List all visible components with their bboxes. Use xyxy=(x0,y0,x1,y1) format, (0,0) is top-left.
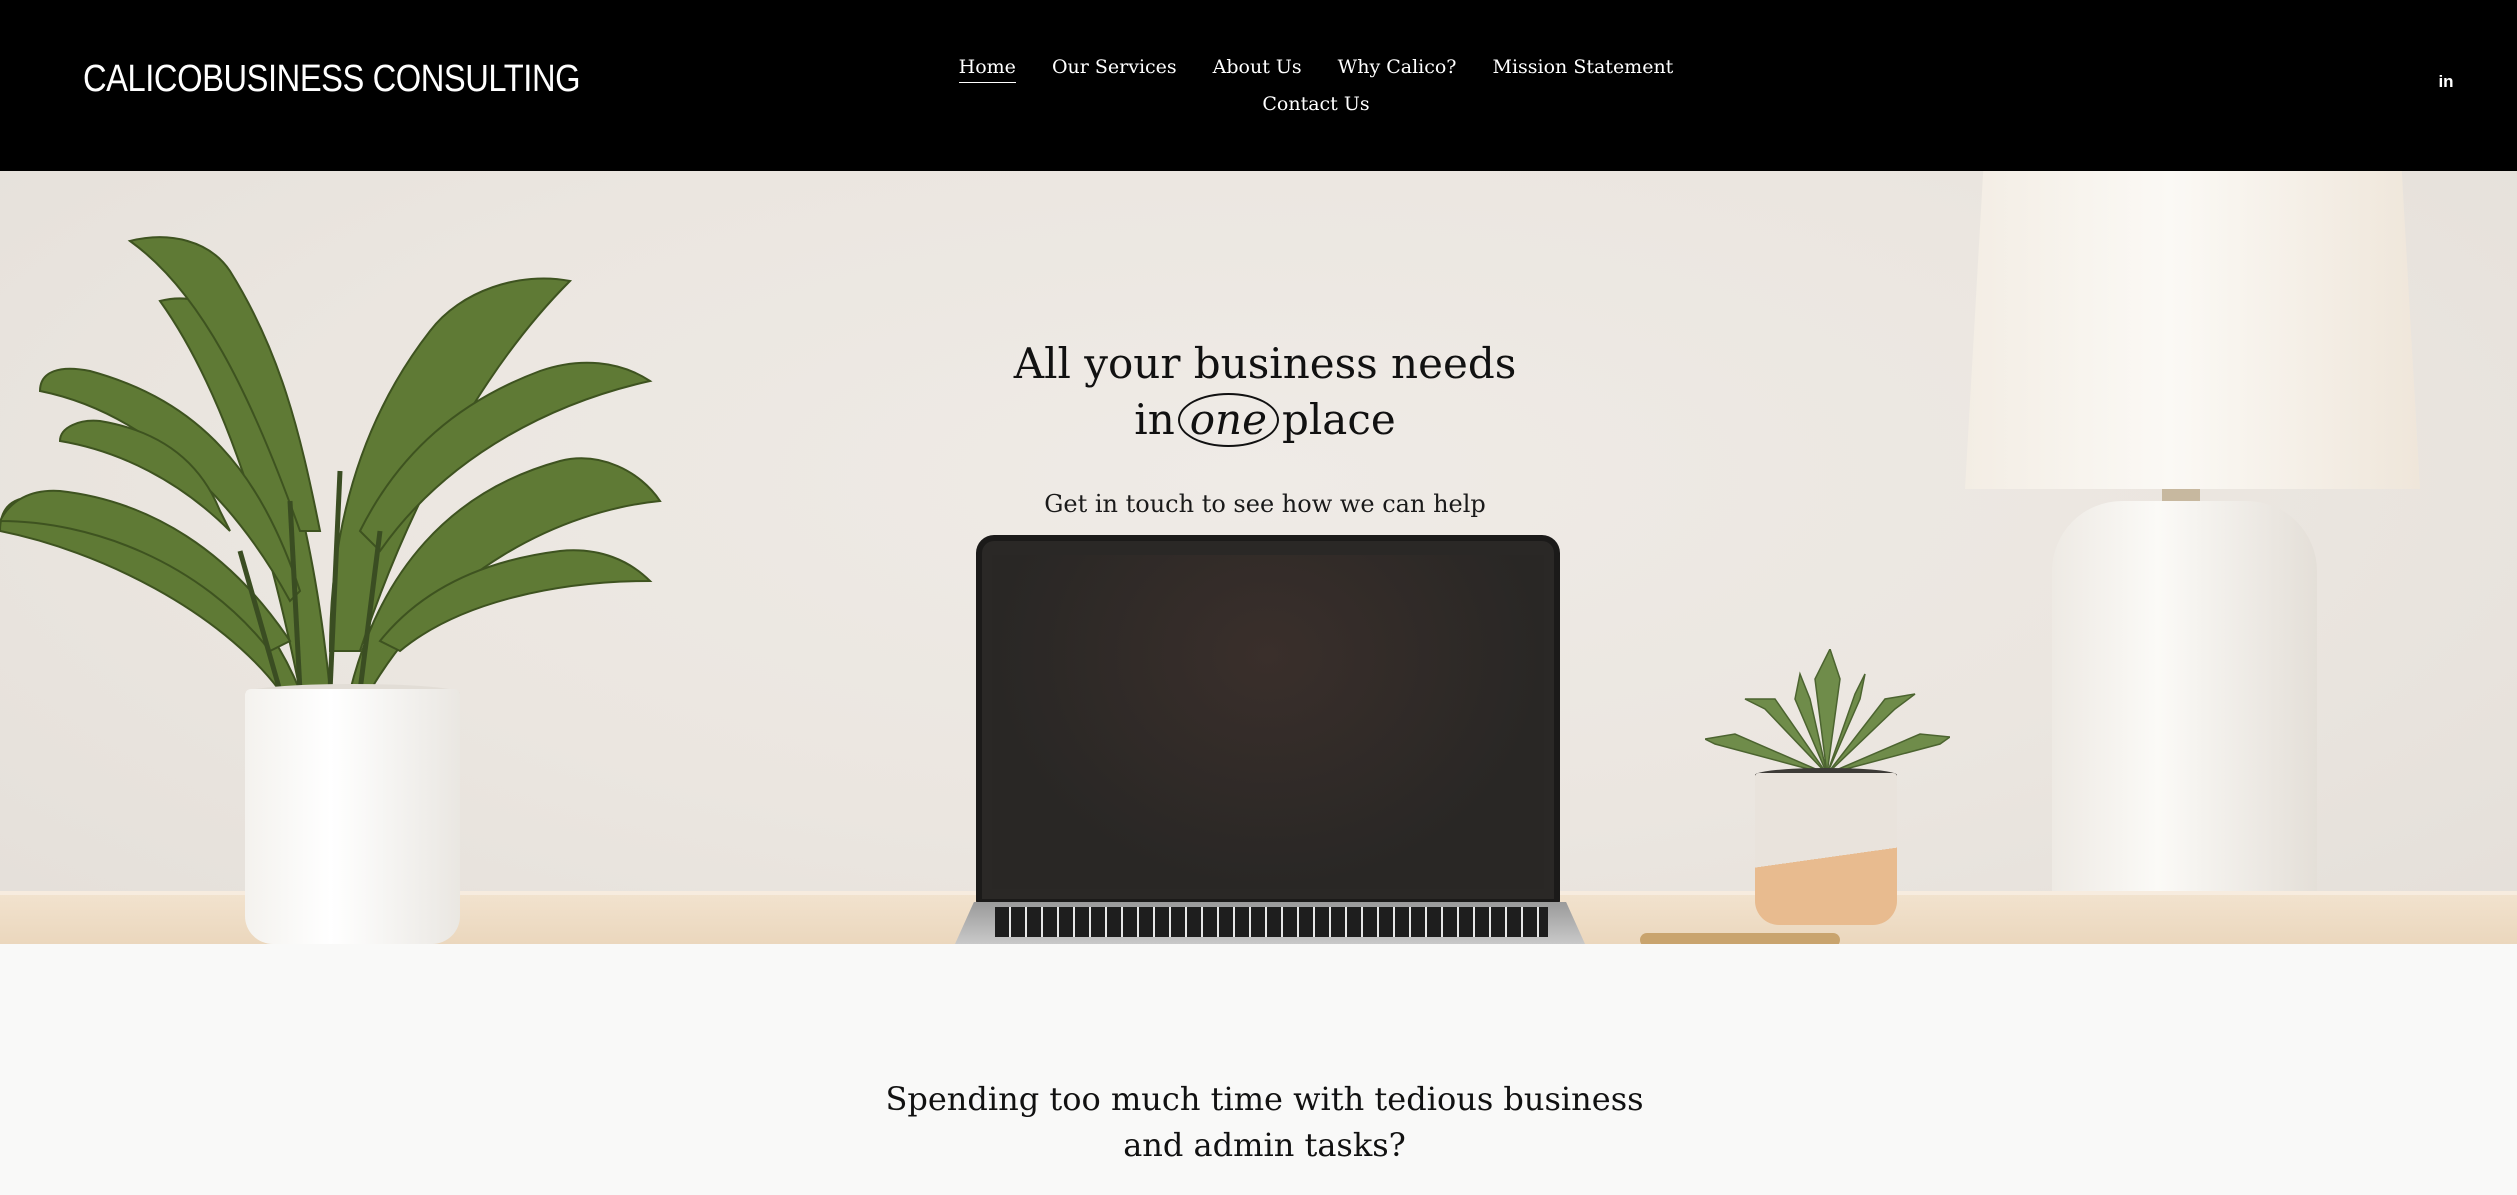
hero-heading-line1: All your business needs xyxy=(1013,339,1517,388)
lamp-base-decoration xyxy=(2052,501,2317,921)
site-header: CALICOBUSINESS CONSULTING Home Our Servic… xyxy=(0,0,2517,171)
intro-question: Spending too much time with tedious busi… xyxy=(885,1080,1644,1164)
nav-row-2: Contact Us xyxy=(900,85,1732,123)
nav-home[interactable]: Home xyxy=(958,48,1017,86)
tray-decoration xyxy=(1640,933,1840,944)
hero-word-in: in xyxy=(1134,395,1175,444)
succulent-leaves-illustration xyxy=(1705,649,1950,775)
linkedin-icon[interactable]: in xyxy=(2430,72,2462,94)
lamp-shade-decoration xyxy=(1965,171,2420,489)
laptop-screen-decoration xyxy=(976,535,1560,905)
nav-mission-statement[interactable]: Mission Statement xyxy=(1493,48,1674,86)
nav-contact-us[interactable]: Contact Us xyxy=(1262,85,1369,123)
hero-word-place: place xyxy=(1281,395,1396,444)
hero-banner xyxy=(0,171,2517,944)
nav-our-services[interactable]: Our Services xyxy=(1052,48,1177,86)
succulent-pot xyxy=(1755,773,1897,925)
nav-why-calico[interactable]: Why Calico? xyxy=(1338,48,1457,86)
hero-subheading: Get in touch to see how we can help xyxy=(1044,490,1486,518)
hero-heading-line2: in one place xyxy=(1000,390,1530,450)
plant-pot xyxy=(245,689,460,944)
main-nav: Home Our Services About Us Why Calico? Missi… xyxy=(900,48,1732,123)
laptop-keyboard-decoration xyxy=(995,907,1548,937)
hero-heading: All your business needs in one place xyxy=(1000,338,1530,450)
hero-word-one-circled: one xyxy=(1177,393,1279,447)
site-logo[interactable]: CALICOBUSINESS CONSULTING xyxy=(83,58,581,101)
nav-about-us[interactable]: About Us xyxy=(1213,48,1302,86)
